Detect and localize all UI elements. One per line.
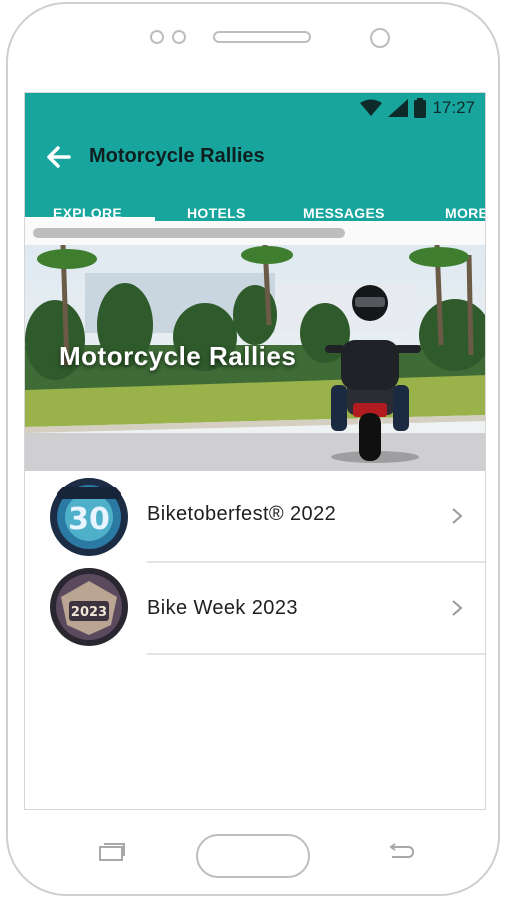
home-button[interactable]: [196, 834, 310, 878]
speaker-grille: [213, 31, 311, 43]
recent-apps-icon[interactable]: [98, 842, 126, 862]
tab-hotels[interactable]: HOTELS: [187, 205, 246, 221]
sensor-dot: [150, 30, 164, 44]
tab-bar: EXPLORE HOTELS MESSAGES MORE: [25, 191, 485, 221]
biketoberfest-logo: 30: [49, 477, 129, 557]
app-bar: Motorcycle Rallies: [25, 123, 485, 191]
bike-week-logo: 2023: [49, 567, 129, 647]
android-back-icon[interactable]: [386, 842, 416, 862]
signal-icon: [388, 99, 409, 117]
sensor-dot: [172, 30, 186, 44]
hero-title: Motorcycle Rallies: [59, 341, 297, 371]
status-time: 17:27: [432, 98, 475, 117]
wifi-icon: [360, 99, 383, 116]
page-title: Motorcycle Rallies: [89, 145, 265, 167]
chevron-right-icon: [452, 600, 463, 616]
svg-text:30: 30: [68, 502, 110, 537]
list-item-label: Bike Week 2023: [147, 597, 298, 619]
chevron-right-icon: [452, 508, 463, 524]
back-arrow-icon[interactable]: [45, 143, 73, 171]
front-camera: [370, 28, 390, 48]
battery-icon: [414, 98, 427, 118]
list-divider: [147, 653, 485, 655]
status-bar: 17:27: [25, 93, 485, 123]
horizontal-scrollbar[interactable]: [33, 228, 345, 238]
list-item-bike-week[interactable]: 2023 Bike Week 2023: [25, 563, 485, 655]
hero-banner: Motorcycle Rallies: [25, 245, 485, 471]
list-item-biketoberfest[interactable]: 30 Biketoberfest® 2022: [25, 471, 485, 563]
tab-messages[interactable]: MESSAGES: [303, 205, 385, 221]
svg-text:2023: 2023: [71, 605, 107, 620]
list-item-label: Biketoberfest® 2022: [147, 503, 337, 525]
tab-scroll-area: [25, 221, 485, 245]
tab-more[interactable]: MORE: [445, 205, 485, 221]
app-screen: 17:27 Motorcycle Rallies EXPLORE HOTELS …: [24, 92, 486, 810]
